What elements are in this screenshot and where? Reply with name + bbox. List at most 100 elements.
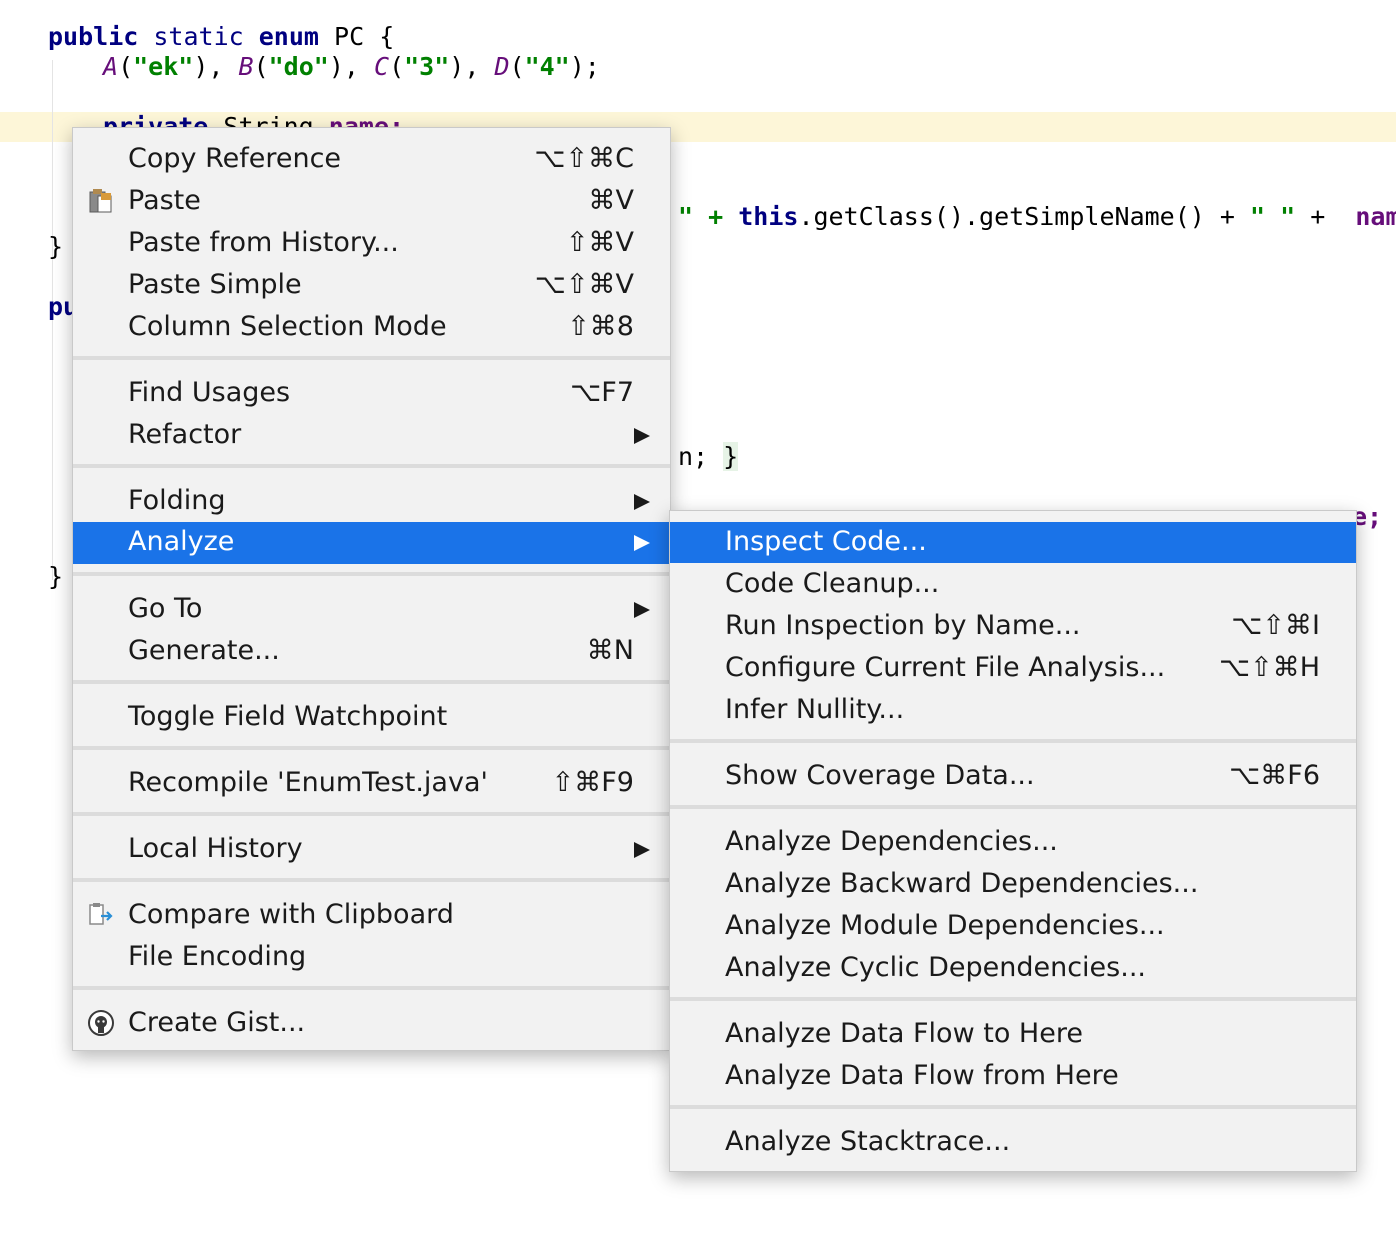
menu-separator xyxy=(670,805,1356,809)
menu-item-label: Run Inspection by Name... xyxy=(725,610,1081,641)
const-d: D xyxy=(494,52,510,81)
submenu-item-configure-file-analysis[interactable]: Configure Current File Analysis... ⌥⇧⌘H xyxy=(670,648,1356,688)
menu-separator xyxy=(670,1105,1356,1109)
menu-item-shortcut: ⌥F7 xyxy=(570,377,634,408)
string-space: " " xyxy=(1249,202,1296,231)
menu-item-copy-reference[interactable]: Copy Reference ⌥⇧⌘C xyxy=(73,139,670,179)
menu-item-paste[interactable]: Paste ⌘V xyxy=(73,181,670,221)
menu-item-label: Local History xyxy=(128,833,303,864)
menu-item-label: Compare with Clipboard xyxy=(128,899,454,930)
analyze-submenu: Inspect Code... Code Cleanup... Run Insp… xyxy=(669,510,1357,1172)
editor-context-menu: Copy Reference ⌥⇧⌘C Paste ⌘V Paste from … xyxy=(72,127,671,1051)
menu-item-label: Configure Current File Analysis... xyxy=(725,652,1166,683)
menu-item-label: File Encoding xyxy=(128,941,307,972)
menu-item-compare-with-clipboard[interactable]: Compare with Clipboard xyxy=(73,895,670,935)
menu-item-go-to[interactable]: Go To xyxy=(73,589,670,629)
string-fragment: " + xyxy=(678,202,739,231)
submenu-item-show-coverage-data[interactable]: Show Coverage Data... ⌥⌘F6 xyxy=(670,756,1356,796)
menu-item-label: Infer Nullity... xyxy=(725,694,905,725)
method-chain: .getClass().getSimpleName() + xyxy=(798,202,1250,231)
keyword-enum: enum xyxy=(258,22,319,51)
plus-operator: + xyxy=(1295,202,1356,231)
menu-item-shortcut: ⇧⌘V xyxy=(565,227,634,258)
string-3: "3" xyxy=(404,52,450,81)
menu-item-column-selection-mode[interactable]: Column Selection Mode ⇧⌘8 xyxy=(73,307,670,347)
menu-item-paste-from-history[interactable]: Paste from History... ⇧⌘V xyxy=(73,223,670,263)
menu-item-shortcut: ⌥⇧⌘I xyxy=(1231,610,1320,641)
string-do: "do" xyxy=(268,52,329,81)
submenu-arrow-icon xyxy=(634,602,650,618)
closing-brace-1: } xyxy=(48,232,64,261)
menu-item-shortcut: ⌥⇧⌘V xyxy=(534,269,634,300)
submenu-item-analyze-stacktrace[interactable]: Analyze Stacktrace... xyxy=(670,1122,1356,1162)
menu-item-shortcut: ⌘N xyxy=(586,635,634,666)
assign-tail: n; xyxy=(678,442,709,471)
menu-separator xyxy=(73,464,670,468)
menu-item-label: Paste from History... xyxy=(128,227,399,258)
field-ref-name: name xyxy=(1355,202,1396,231)
menu-item-toggle-field-watchpoint[interactable]: Toggle Field Watchpoint xyxy=(73,697,670,737)
menu-item-label: Refactor xyxy=(128,419,242,450)
menu-item-label: Analyze Module Dependencies... xyxy=(725,910,1165,941)
submenu-item-infer-nullity[interactable]: Infer Nullity... xyxy=(670,690,1356,730)
code-line-constructor-tail: n; } xyxy=(678,442,739,472)
menu-item-label: Analyze Data Flow to Here xyxy=(725,1018,1083,1049)
menu-item-shortcut: ⌥⇧⌘C xyxy=(534,143,634,174)
menu-separator xyxy=(670,997,1356,1001)
menu-item-shortcut: ⇧⌘8 xyxy=(567,311,634,342)
menu-item-label: Analyze Stacktrace... xyxy=(725,1126,1011,1157)
menu-separator xyxy=(73,986,670,990)
menu-separator xyxy=(73,812,670,816)
menu-item-label: Show Coverage Data... xyxy=(725,760,1035,791)
submenu-item-analyze-backward-dependencies[interactable]: Analyze Backward Dependencies... xyxy=(670,864,1356,904)
enum-name: PC xyxy=(334,22,365,51)
menu-item-label: Create Gist... xyxy=(128,1007,306,1038)
const-b: B xyxy=(238,52,254,81)
menu-item-label: Paste Simple xyxy=(128,269,302,300)
closing-brace-2: } xyxy=(48,562,64,591)
code-line-enum-constants: A("ek"), B("do"), C("3"), D("4"); xyxy=(103,52,600,81)
menu-item-label: Toggle Field Watchpoint xyxy=(128,701,448,732)
matched-brace: } xyxy=(723,442,739,471)
menu-item-recompile[interactable]: Recompile 'EnumTest.java' ⇧⌘F9 xyxy=(73,763,670,803)
paste-icon xyxy=(89,189,112,213)
code-line-getvalue-tail: " + this.getClass().getSimpleName() + " … xyxy=(678,202,1396,232)
menu-item-generate[interactable]: Generate... ⌘N xyxy=(73,631,670,671)
menu-item-analyze[interactable]: Analyze xyxy=(73,522,670,564)
submenu-item-data-flow-from-here[interactable]: Analyze Data Flow from Here xyxy=(670,1056,1356,1096)
menu-item-label: Analyze Backward Dependencies... xyxy=(725,868,1199,899)
menu-item-refactor[interactable]: Refactor xyxy=(73,415,670,455)
submenu-item-analyze-cyclic-dependencies[interactable]: Analyze Cyclic Dependencies... xyxy=(670,948,1356,988)
submenu-item-analyze-dependencies[interactable]: Analyze Dependencies... xyxy=(670,822,1356,862)
menu-item-create-gist[interactable]: Create Gist... xyxy=(73,1003,670,1043)
menu-item-local-history[interactable]: Local History xyxy=(73,829,670,869)
menu-item-label: Folding xyxy=(128,485,226,516)
menu-item-paste-simple[interactable]: Paste Simple ⌥⇧⌘V xyxy=(73,265,670,305)
menu-item-folding[interactable]: Folding xyxy=(73,481,670,521)
keyword-static: static xyxy=(153,22,244,51)
menu-item-find-usages[interactable]: Find Usages ⌥F7 xyxy=(73,373,670,413)
keyword-this: this xyxy=(738,202,799,231)
code-line-enum-pc: public static enum PC { xyxy=(48,22,394,52)
submenu-item-code-cleanup[interactable]: Code Cleanup... xyxy=(670,564,1356,604)
menu-item-shortcut: ⇧⌘F9 xyxy=(551,767,634,798)
submenu-item-analyze-module-dependencies[interactable]: Analyze Module Dependencies... xyxy=(670,906,1356,946)
menu-item-label: Go To xyxy=(128,593,203,624)
brace: { xyxy=(379,22,395,51)
submenu-arrow-icon xyxy=(634,842,650,858)
submenu-item-inspect-code[interactable]: Inspect Code... xyxy=(670,522,1356,563)
menu-separator xyxy=(670,739,1356,743)
string-4: "4" xyxy=(524,52,570,81)
line-tail: ); xyxy=(569,52,600,81)
menu-item-file-encoding[interactable]: File Encoding xyxy=(73,937,670,977)
menu-item-label: Recompile 'EnumTest.java' xyxy=(128,767,488,798)
menu-separator xyxy=(73,680,670,684)
menu-separator xyxy=(73,746,670,750)
menu-separator xyxy=(73,572,670,576)
menu-item-label: Analyze Data Flow from Here xyxy=(725,1060,1119,1091)
menu-item-label: Code Cleanup... xyxy=(725,568,940,599)
menu-item-shortcut: ⌘V xyxy=(588,185,634,216)
submenu-item-data-flow-to-here[interactable]: Analyze Data Flow to Here xyxy=(670,1014,1356,1054)
menu-item-shortcut: ⌥⇧⌘H xyxy=(1218,652,1320,683)
submenu-item-run-inspection-by-name[interactable]: Run Inspection by Name... ⌥⇧⌘I xyxy=(670,606,1356,646)
